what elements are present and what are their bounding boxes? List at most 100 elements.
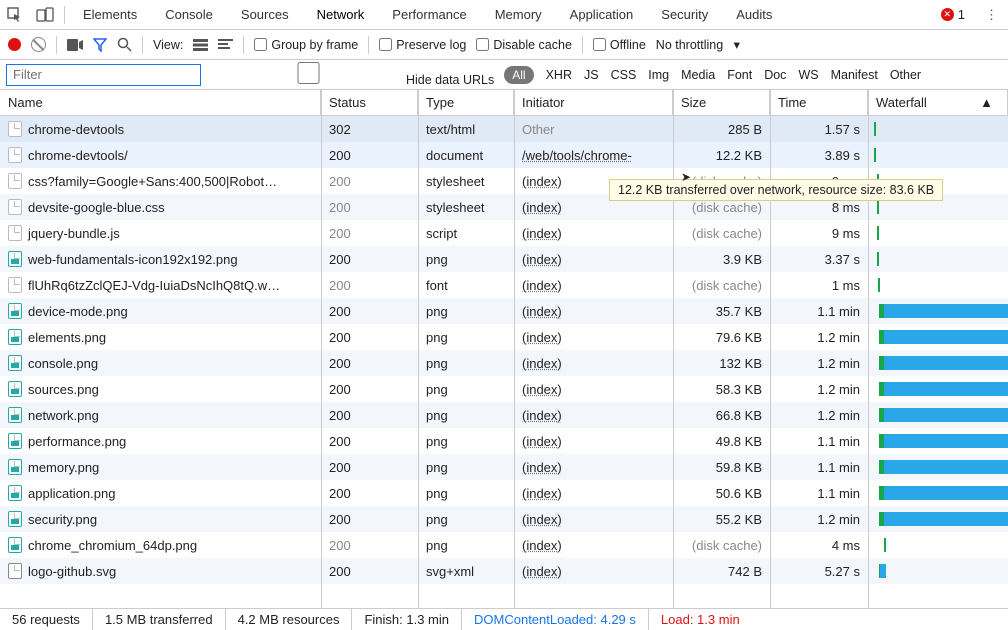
request-initiator[interactable]: (index) xyxy=(522,252,562,267)
tab-network[interactable]: Network xyxy=(303,0,379,29)
filter-type-css[interactable]: CSS xyxy=(611,68,637,82)
request-initiator[interactable]: (index) xyxy=(522,382,562,397)
request-status: 200 xyxy=(321,512,418,527)
request-initiator[interactable]: (index) xyxy=(522,200,562,215)
request-size: (disk cache) xyxy=(673,226,770,241)
request-initiator[interactable]: (index) xyxy=(522,304,562,319)
request-initiator[interactable]: (index) xyxy=(522,512,562,527)
record-button[interactable] xyxy=(8,38,21,51)
filter-type-doc[interactable]: Doc xyxy=(764,68,786,82)
filter-type-img[interactable]: Img xyxy=(648,68,669,82)
request-initiator[interactable]: (index) xyxy=(522,174,562,189)
device-toggle-icon[interactable] xyxy=(30,7,60,23)
request-initiator[interactable]: (index) xyxy=(522,226,562,241)
hide-data-urls-checkbox[interactable]: Hide data URLs xyxy=(211,62,494,87)
preserve-log-checkbox[interactable]: Preserve log xyxy=(379,38,466,52)
filter-type-font[interactable]: Font xyxy=(727,68,752,82)
filter-type-ws[interactable]: WS xyxy=(798,68,818,82)
request-row[interactable]: memory.png200png(index)59.8 KB1.1 min xyxy=(0,454,1008,480)
tab-memory[interactable]: Memory xyxy=(481,0,556,29)
request-initiator[interactable]: (index) xyxy=(522,408,562,423)
column-waterfall[interactable]: Waterfall▲ xyxy=(868,90,1008,115)
column-name[interactable]: Name xyxy=(0,90,321,115)
request-waterfall xyxy=(868,148,1008,162)
request-row[interactable]: application.png200png(index)50.6 KB1.1 m… xyxy=(0,480,1008,506)
request-status: 200 xyxy=(321,252,418,267)
clear-button[interactable] xyxy=(31,37,46,52)
filter-bar: Hide data URLs All XHR JS CSS Img Media Font Do… xyxy=(0,60,1008,90)
request-time: 1.1 min xyxy=(770,304,868,319)
request-size: 132 KB xyxy=(673,356,770,371)
request-initiator[interactable]: (index) xyxy=(522,486,562,501)
request-row[interactable]: logo-github.svg200svg+xml(index)742 B5.2… xyxy=(0,558,1008,584)
column-status[interactable]: Status xyxy=(321,90,418,115)
request-initiator[interactable]: (index) xyxy=(522,564,562,579)
request-row[interactable]: device-mode.png200png(index)35.7 KB1.1 m… xyxy=(0,298,1008,324)
throttling-select[interactable]: No throttling ▾ xyxy=(656,37,740,52)
column-type[interactable]: Type xyxy=(418,90,514,115)
request-time: 1.2 min xyxy=(770,382,868,397)
request-initiator[interactable]: (index) xyxy=(522,356,562,371)
grid-header: Name Status Type Initiator Size Time Wat… xyxy=(0,90,1008,116)
filter-type-js[interactable]: JS xyxy=(584,68,599,82)
request-status: 200 xyxy=(321,434,418,449)
request-row[interactable]: chrome-devtools302text/htmlOther285 B1.5… xyxy=(0,116,1008,142)
overview-icon[interactable] xyxy=(218,39,233,51)
request-initiator[interactable]: (index) xyxy=(522,278,562,293)
group-by-frame-checkbox[interactable]: Group by frame xyxy=(254,38,358,52)
request-row[interactable]: console.png200png(index)132 KB1.2 min xyxy=(0,350,1008,376)
request-initiator[interactable]: (index) xyxy=(522,330,562,345)
column-size[interactable]: Size xyxy=(673,90,770,115)
request-row[interactable]: sources.png200png(index)58.3 KB1.2 min xyxy=(0,376,1008,402)
tab-security[interactable]: Security xyxy=(647,0,722,29)
tab-audits[interactable]: Audits xyxy=(722,0,786,29)
column-initiator[interactable]: Initiator xyxy=(514,90,673,115)
request-initiator[interactable]: (index) xyxy=(522,460,562,475)
filter-type-xhr[interactable]: XHR xyxy=(546,68,572,82)
request-time: 3.37 s xyxy=(770,252,868,267)
request-status: 200 xyxy=(321,460,418,475)
tab-application[interactable]: Application xyxy=(556,0,648,29)
inspect-icon[interactable] xyxy=(0,7,30,23)
file-icon xyxy=(8,563,22,579)
tab-performance[interactable]: Performance xyxy=(378,0,480,29)
search-icon[interactable] xyxy=(117,37,132,52)
request-row[interactable]: chrome_chromium_64dp.png200png(index)(di… xyxy=(0,532,1008,558)
request-initiator[interactable]: /web/tools/chrome- xyxy=(522,148,632,163)
request-row[interactable]: chrome-devtools/200document/web/tools/ch… xyxy=(0,142,1008,168)
request-waterfall xyxy=(868,408,1008,422)
filter-toggle-icon[interactable] xyxy=(93,38,107,52)
request-initiator[interactable]: (index) xyxy=(522,434,562,449)
request-row[interactable]: web-fundamentals-icon192x192.png200png(i… xyxy=(0,246,1008,272)
request-waterfall xyxy=(868,460,1008,474)
request-row[interactable]: network.png200png(index)66.8 KB1.2 min xyxy=(0,402,1008,428)
error-indicator[interactable]: ✕ 1 xyxy=(931,7,975,22)
column-time[interactable]: Time xyxy=(770,90,868,115)
request-row[interactable]: security.png200png(index)55.2 KB1.2 min xyxy=(0,506,1008,532)
filter-type-manifest[interactable]: Manifest xyxy=(831,68,878,82)
camera-icon[interactable] xyxy=(67,39,83,51)
cursor-icon: ➤ xyxy=(681,170,691,184)
status-finish: Finish: 1.3 min xyxy=(352,609,462,630)
request-status: 200 xyxy=(321,304,418,319)
menu-icon[interactable]: ⋮ xyxy=(975,7,1008,23)
request-initiator[interactable]: (index) xyxy=(522,538,562,553)
request-row[interactable]: jquery-bundle.js200script(index)(disk ca… xyxy=(0,220,1008,246)
offline-checkbox[interactable]: Offline xyxy=(593,38,646,52)
tab-elements[interactable]: Elements xyxy=(69,0,151,29)
request-type: png xyxy=(418,512,514,527)
request-row[interactable]: flUhRq6tzZclQEJ-Vdg-IuiaDsNcIhQ8tQ.w…200… xyxy=(0,272,1008,298)
filter-input[interactable] xyxy=(6,64,201,86)
filter-type-media[interactable]: Media xyxy=(681,68,715,82)
filter-type-all[interactable]: All xyxy=(504,66,533,84)
request-row[interactable]: elements.png200png(index)79.6 KB1.2 min xyxy=(0,324,1008,350)
request-row[interactable]: performance.png200png(index)49.8 KB1.1 m… xyxy=(0,428,1008,454)
large-rows-icon[interactable] xyxy=(193,39,208,51)
filter-type-other[interactable]: Other xyxy=(890,68,921,82)
request-size: (disk cache) xyxy=(673,278,770,293)
tab-sources[interactable]: Sources xyxy=(227,0,303,29)
tab-console[interactable]: Console xyxy=(151,0,227,29)
disable-cache-checkbox[interactable]: Disable cache xyxy=(476,38,572,52)
request-name: console.png xyxy=(28,356,98,371)
file-icon xyxy=(8,329,22,345)
